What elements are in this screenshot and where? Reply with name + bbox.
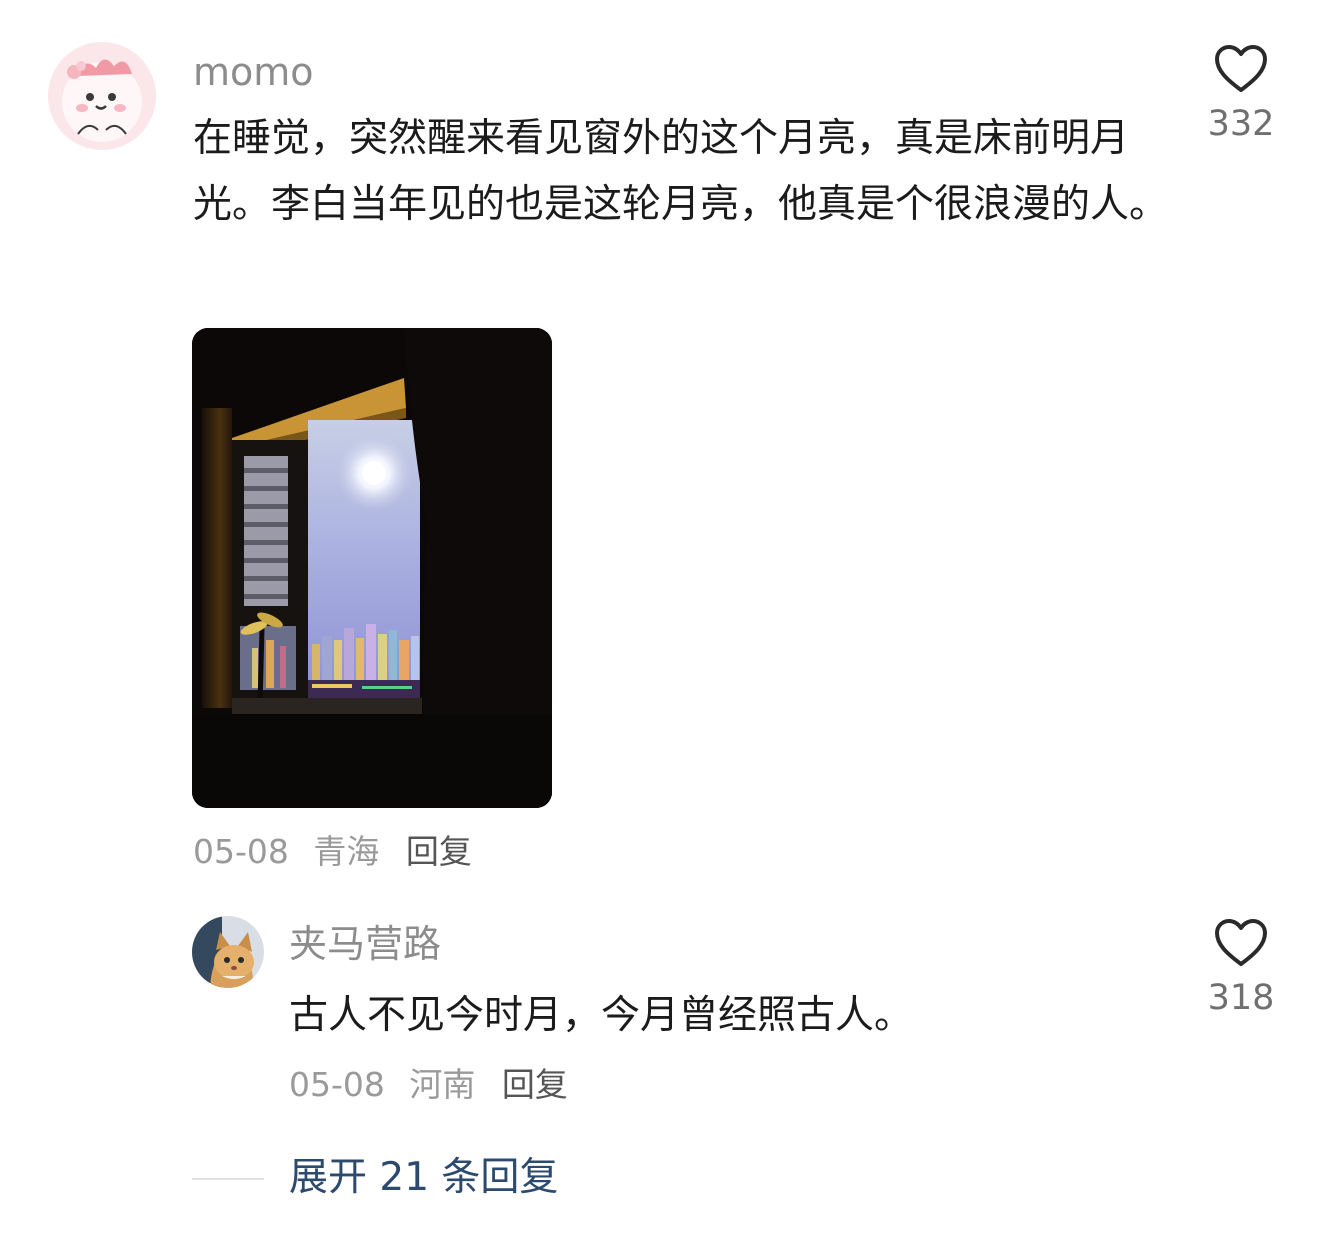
heart-icon[interactable] [1214,44,1268,94]
comment-location: 河南 [409,1065,476,1104]
reply-button[interactable]: 回复 [406,832,472,871]
cat-avatar-icon [192,916,264,988]
comment-text: 在睡觉，突然醒来看见窗外的这个月亮，真是床前明月光。李白当年见的也是这轮月亮，他… [193,116,1169,227]
avatar[interactable] [48,42,156,150]
expand-divider [192,1178,264,1180]
like-button[interactable]: 318 [1200,918,1282,1020]
comment-text: 古人不见今时月，今月曾经照古人。 [289,993,914,1038]
cartoon-avatar-icon [48,42,156,150]
like-count: 318 [1207,978,1275,1018]
username[interactable]: 夹马营路 [289,920,441,968]
night-window-moon-photo [192,328,552,808]
username[interactable]: momo [193,48,314,96]
comment-meta: 05-08 河南 回复 [289,1063,568,1107]
comment-location: 青海 [313,832,380,871]
like-count: 332 [1207,104,1275,144]
like-button[interactable]: 332 [1200,44,1282,146]
avatar[interactable] [192,916,264,988]
comment-date: 05-08 [193,832,289,871]
comment-photo[interactable] [192,328,552,808]
comment-date: 05-08 [289,1065,385,1104]
expand-replies-button[interactable]: 展开 21 条回复 [289,1152,558,1204]
reply-button[interactable]: 回复 [502,1065,568,1104]
heart-icon[interactable] [1214,918,1268,968]
comment-meta: 05-08 青海 回复 [193,830,472,874]
